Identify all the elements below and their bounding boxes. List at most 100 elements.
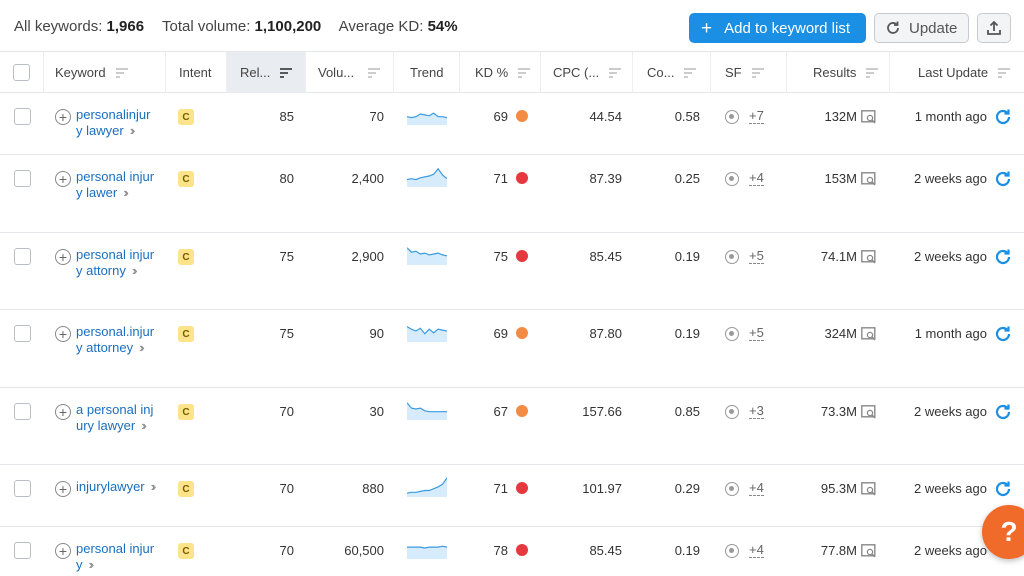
row-checkbox[interactable] [14,480,31,497]
export-button[interactable] [977,13,1011,43]
column-trend-label: Trend [410,65,444,80]
table-row[interactable]: + personalinjury lawyer ›› C 85 70 69 44.54 0.58… [0,93,1024,155]
update-button[interactable]: Update [874,13,969,43]
table-row[interactable]: + personal injury lawer ›› C 80 2,400 71 87.39 0… [0,155,1024,233]
view-serp-icon[interactable] [861,110,877,124]
trend-area [407,326,447,342]
add-keyword-icon[interactable]: + [55,543,71,559]
row-checkbox[interactable] [14,248,31,265]
view-serp-icon[interactable] [861,327,877,341]
table-row[interactable]: + personal injury attorny ›› C 75 2,900 75 85.4… [0,233,1024,310]
view-serp-icon[interactable] [861,482,877,496]
kd-indicator [516,172,528,184]
serp-features-more[interactable]: +4 [749,543,764,558]
kd-indicator [516,250,528,262]
serp-feature-icon [725,405,739,419]
column-volume[interactable]: Volu... [306,52,394,93]
add-keyword-icon[interactable]: + [55,404,71,420]
row-checkbox[interactable] [14,542,31,559]
relevance-value: 75 [279,249,294,264]
serp-features-more[interactable]: +7 [749,109,764,124]
add-keyword-icon[interactable]: + [55,481,71,497]
intent-badge: C [178,404,194,420]
keyword-link[interactable]: personal injury attorny ›› [76,247,156,278]
cpc-value: 157.66 [582,404,622,419]
table-body: + personalinjury lawyer ›› C 85 70 69 44.54 0.58… [0,93,1024,576]
refresh-icon[interactable] [994,480,1012,498]
summary-bar: All keywords: 1,966 Total volume: 1,100,… [0,0,1024,52]
refresh-icon[interactable] [994,325,1012,343]
serp-feature-icon [725,327,739,341]
intent-badge: C [178,249,194,265]
table-row[interactable]: + a personal injury lawyer ›› C 70 30 67 157.66… [0,388,1024,465]
keyword-link[interactable]: personal.injury attorney ›› [76,324,156,355]
table-row[interactable]: + personal injury ›› C 70 60,500 78 85.45 0.19 +4… [0,527,1024,576]
serp-features-more[interactable]: +4 [749,481,764,496]
summary-text: All keywords: 1,966 Total volume: 1,100,… [14,18,472,35]
add-keyword-icon[interactable]: + [55,109,71,125]
sort-icon [518,67,531,78]
column-cpc[interactable]: CPC (... [541,52,633,93]
column-keyword[interactable]: Keyword [44,52,166,93]
double-chevron-icon[interactable]: ›› [139,340,144,355]
row-checkbox[interactable] [14,108,31,125]
double-chevron-icon[interactable]: ›› [132,263,137,278]
column-sf-label: SF [725,65,742,80]
column-sf[interactable]: SF [711,52,787,93]
refresh-icon[interactable] [994,248,1012,266]
add-to-keyword-list-label: Add to keyword list [724,19,850,37]
column-cpc-label: CPC (... [553,65,600,80]
keyword-link[interactable]: a personal injury lawyer ›› [76,402,156,433]
view-serp-icon[interactable] [861,250,877,264]
cpc-value: 87.80 [589,326,622,341]
serp-features-more[interactable]: +4 [749,171,764,186]
trend-sparkline [407,545,447,559]
row-checkbox[interactable] [14,325,31,342]
keyword-text: personalinjury lawyer [76,107,151,138]
keyword-link[interactable]: personalinjury lawyer ›› [76,107,156,138]
sort-active-icon [280,67,293,78]
keyword-link[interactable]: personal injury lawer ›› [76,169,156,200]
double-chevron-icon[interactable]: ›› [141,418,146,433]
add-keyword-icon[interactable]: + [55,171,71,187]
add-keyword-icon[interactable]: + [55,326,71,342]
view-serp-icon[interactable] [861,544,877,558]
column-relevance[interactable]: Rel... [227,52,306,93]
keyword-link[interactable]: personal injury ›› [76,541,156,572]
serp-features-more[interactable]: +5 [749,249,764,264]
double-chevron-icon[interactable]: ›› [123,185,128,200]
column-results[interactable]: Results [787,52,890,93]
cpc-value: 101.97 [582,481,622,496]
cpc-value: 44.54 [589,109,622,124]
kd-value: 75 [493,249,508,264]
relevance-value: 80 [279,171,294,186]
double-chevron-icon[interactable]: ›› [130,123,135,138]
column-competition[interactable]: Co... [633,52,711,93]
view-serp-icon[interactable] [861,405,877,419]
double-chevron-icon[interactable]: ›› [89,557,94,572]
add-keyword-icon[interactable]: + [55,249,71,265]
column-kd[interactable]: KD % [460,52,541,93]
row-checkbox[interactable] [14,403,31,420]
refresh-icon[interactable] [994,170,1012,188]
double-chevron-icon[interactable]: ›› [151,479,156,494]
view-serp-icon[interactable] [861,172,877,186]
row-checkbox[interactable] [14,170,31,187]
table-row[interactable]: + personal.injury attorney ›› C 75 90 69 87.80 0… [0,310,1024,388]
add-to-keyword-list-button[interactable]: + Add to keyword list [689,13,866,43]
serp-features-more[interactable]: +5 [749,326,764,341]
select-all-checkbox[interactable] [13,64,30,81]
keyword-link[interactable]: injurylawyer ›› [76,479,156,495]
keyword-text: personal injury attorny [76,247,155,278]
column-last-update[interactable]: Last Update [890,52,1024,93]
refresh-icon[interactable] [994,403,1012,421]
refresh-icon[interactable] [994,108,1012,126]
serp-features-more[interactable]: +3 [749,404,764,419]
keyword-text: injurylawyer [76,479,145,494]
table-row[interactable]: + injurylawyer ›› C 70 880 71 101.97 0.29 +4 95.3M… [0,465,1024,527]
competition-value: 0.19 [674,543,700,558]
plus-icon: + [701,17,713,39]
total-volume-label: Total volume: [161,18,251,35]
relevance-value: 75 [279,326,294,341]
last-update-value: 2 weeks ago [914,543,987,558]
